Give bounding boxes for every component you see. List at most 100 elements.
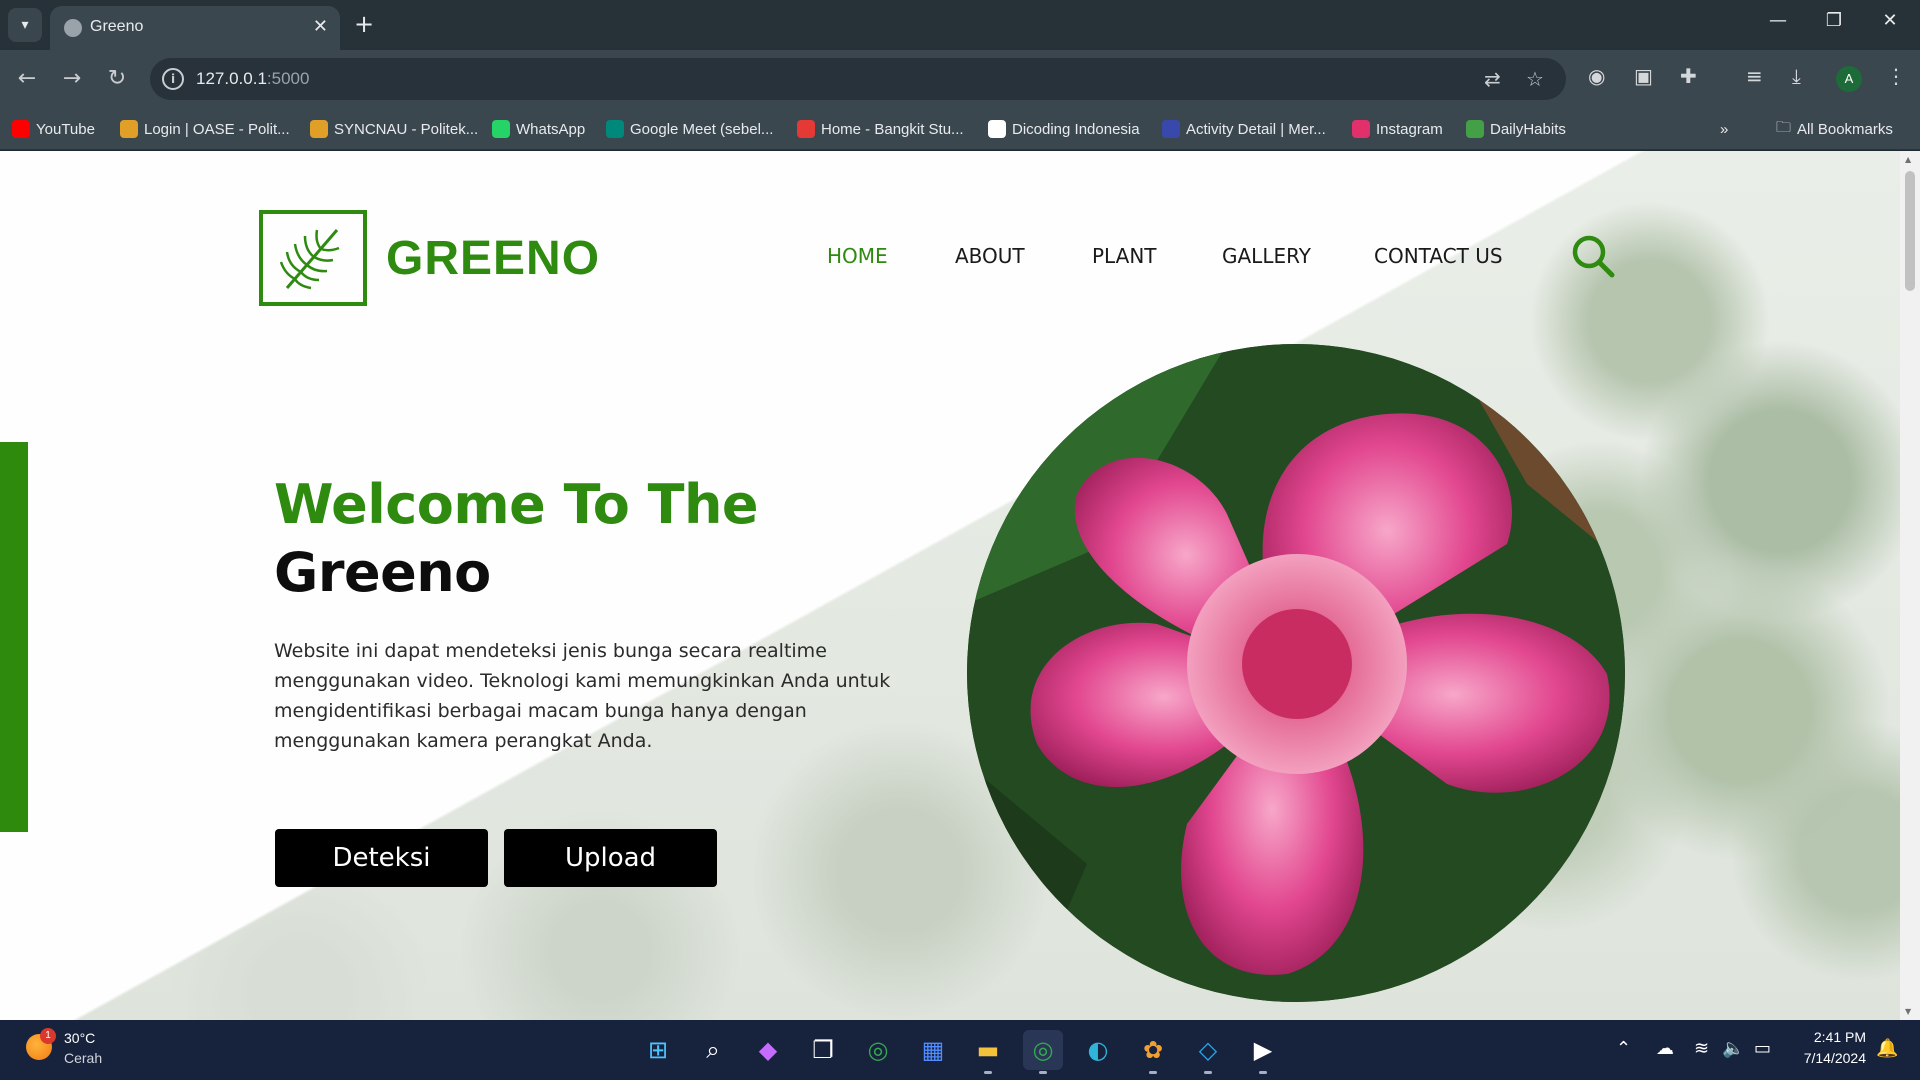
bookmark-item[interactable]: Dicoding Indonesia (988, 117, 1140, 141)
bookmark-item[interactable]: DailyHabits (1466, 117, 1566, 141)
menu-icon[interactable]: ⋮ (1886, 64, 1906, 88)
onedrive-cloud-icon[interactable]: ☁ (1656, 1038, 1674, 1059)
reload-button[interactable]: ↻ (100, 62, 134, 96)
deteksi-button[interactable]: Deteksi (275, 829, 488, 887)
bookmark-item[interactable]: SYNCNAU - Politek... (310, 117, 478, 141)
bookmark-label: Dicoding Indonesia (1012, 120, 1140, 138)
page-viewport: GREENO HOME ABOUT PLANT GALLERY CONTACT … (0, 151, 1920, 1020)
bookmark-label: Home - Bangkit Stu... (821, 120, 964, 138)
game-icon[interactable]: ✿ (1133, 1030, 1173, 1074)
address-bar[interactable]: i 127.0.0.1:5000 ⇄ ☆ (150, 58, 1566, 100)
chevron-down-icon: ▾ (21, 17, 29, 33)
reading-list-icon[interactable]: ≡ (1746, 64, 1763, 88)
volume-icon[interactable]: 🔈 (1722, 1038, 1744, 1059)
site-info-icon[interactable]: i (162, 68, 184, 90)
weather-temperature[interactable]: 30°C (64, 1030, 95, 1046)
bookmark-label: Google Meet (sebel... (630, 120, 774, 138)
bookmark-favicon-icon (120, 120, 138, 138)
scroll-thumb[interactable] (1905, 171, 1915, 291)
bookmark-item[interactable]: Login | OASE - Polit... (120, 117, 290, 141)
edge-icon[interactable]: ◐ (1078, 1030, 1118, 1070)
vscode-icon[interactable]: ◇ (1188, 1030, 1228, 1074)
task-view-icon[interactable]: ❐ (803, 1030, 843, 1070)
chrome-profile-icon[interactable]: ◎ (1023, 1030, 1063, 1074)
close-icon[interactable]: ✕ (313, 16, 328, 37)
back-button[interactable]: ← (10, 62, 44, 96)
bookmark-favicon-icon (797, 120, 815, 138)
downloads-icon[interactable]: ⤓ (1792, 64, 1801, 88)
copilot-icon[interactable]: ◆ (748, 1030, 788, 1070)
bookmark-favicon-icon (492, 120, 510, 138)
page-scrollbar[interactable]: ▲ ▼ (1900, 151, 1920, 1020)
chrome-icon[interactable]: ◎ (858, 1030, 898, 1070)
bookmark-favicon-icon (1162, 120, 1180, 138)
extension-owl-icon[interactable]: ◉ (1588, 64, 1605, 88)
hero-description: Website ini dapat mendeteksi jenis bunga… (274, 640, 891, 752)
search-icon[interactable] (1570, 233, 1616, 279)
battery-icon[interactable]: ▭ (1754, 1038, 1771, 1059)
google-translate-icon[interactable]: ▣ (1634, 64, 1653, 88)
more-bookmarks-button[interactable]: » (1720, 117, 1728, 141)
pink-flower-illustration (967, 344, 1625, 1002)
bookmark-label: DailyHabits (1490, 120, 1566, 138)
profile-avatar[interactable]: A (1836, 66, 1862, 92)
close-window-button[interactable]: ✕ (1870, 10, 1910, 31)
all-bookmarks-button[interactable]: 🗀 All Bookmarks (1776, 117, 1893, 141)
wifi-icon[interactable]: ≋ (1694, 1038, 1709, 1059)
search-icon[interactable]: ⌕ (693, 1030, 733, 1070)
browser-titlebar: ▾ Greeno ✕ + — ❐ ✕ (0, 0, 1920, 50)
bookmark-favicon-icon (988, 120, 1006, 138)
extensions-icon[interactable]: ✚ (1680, 64, 1697, 88)
folder-icon: 🗀 (1776, 118, 1792, 136)
clock-time[interactable]: 2:41 PM (1796, 1029, 1866, 1045)
notification-bell-icon[interactable]: 🔔 (1876, 1038, 1898, 1059)
start-icon[interactable]: ⊞ (638, 1030, 678, 1070)
file-explorer-icon[interactable]: ▬ (968, 1030, 1008, 1074)
scroll-down-icon[interactable]: ▼ (1905, 1007, 1911, 1016)
hero-title-line-1: Welcome To The (274, 473, 759, 536)
bookmark-favicon-icon (310, 120, 328, 138)
bookmark-favicon-icon (12, 120, 30, 138)
upload-button[interactable]: Upload (504, 829, 717, 887)
bookmark-item[interactable]: Home - Bangkit Stu... (797, 117, 964, 141)
bookmark-label: WhatsApp (516, 120, 586, 138)
bookmark-favicon-icon (1352, 120, 1370, 138)
leaf-icon (279, 229, 340, 290)
bookmark-item[interactable]: Instagram (1352, 117, 1443, 141)
minimize-button[interactable]: — (1758, 10, 1798, 31)
browser-toolbar: ← → ↻ i 127.0.0.1:5000 ⇄ ☆ ◉ ▣ ✚ ≡ ⤓ A ⋮ (0, 50, 1920, 108)
bookmark-item[interactable]: Google Meet (sebel... (606, 117, 773, 141)
scroll-up-icon[interactable]: ▲ (1905, 155, 1911, 164)
clock-date[interactable]: 7/14/2024 (1796, 1050, 1866, 1066)
bookmark-label: Instagram (1376, 120, 1443, 138)
url-text: 127.0.0.1:5000 (196, 69, 310, 88)
weather-description[interactable]: Cerah (64, 1050, 102, 1066)
tab-title: Greeno (90, 18, 144, 35)
tab-search-button[interactable]: ▾ (8, 8, 42, 42)
nav-gallery[interactable]: GALLERY (1222, 244, 1311, 268)
bookmark-item[interactable]: Activity Detail | Mer... (1162, 117, 1326, 141)
bookmark-star-icon[interactable]: ☆ (1526, 67, 1544, 91)
bookmark-item[interactable]: YouTube (12, 117, 95, 141)
logo-box[interactable] (259, 210, 367, 306)
nav-contact-us[interactable]: CONTACT US (1374, 244, 1503, 268)
windows-taskbar: 1 30°C Cerah ⊞ ⌕ ◆ ❐ ◎ ▦ ▬ ◎ ◐ ✿ ◇ ▶ ⌃ ☁ ≋ 🔈 ▭ 2:41… (0, 1020, 1920, 1080)
bookmark-label: YouTube (36, 120, 95, 138)
bookmark-item[interactable]: WhatsApp (492, 117, 585, 141)
nav-home[interactable]: HOME (827, 244, 888, 268)
restore-button[interactable]: ❐ (1814, 10, 1854, 31)
side-accent-bar (0, 442, 28, 832)
nav-about[interactable]: ABOUT (955, 244, 1025, 268)
translate-icon[interactable]: ⇄ (1484, 67, 1501, 91)
nav-plant[interactable]: PLANT (1092, 244, 1157, 268)
bookmark-favicon-icon (1466, 120, 1484, 138)
new-tab-button[interactable]: + (354, 10, 374, 38)
forward-button[interactable]: → (55, 62, 89, 96)
globe-icon (64, 19, 82, 37)
chevron-up-icon[interactable]: ⌃ (1616, 1038, 1631, 1059)
media-player-icon[interactable]: ▶ (1243, 1030, 1283, 1074)
browser-tab[interactable]: Greeno ✕ (50, 6, 340, 50)
brand-name[interactable]: GREENO (386, 231, 600, 286)
flower-image (967, 344, 1625, 1002)
store-icon[interactable]: ▦ (913, 1030, 953, 1070)
